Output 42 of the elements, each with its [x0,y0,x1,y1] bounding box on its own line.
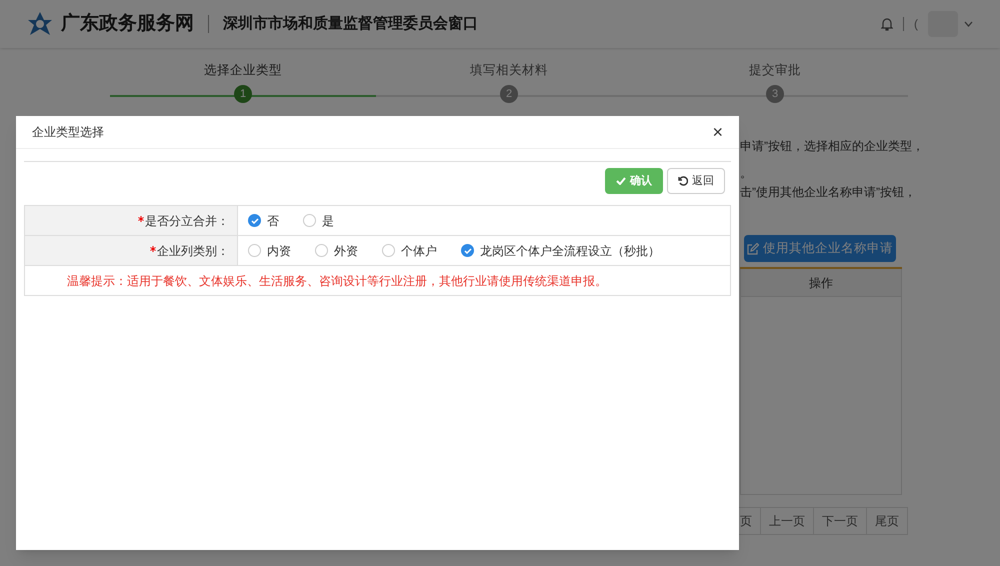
radio-button[interactable] [303,214,316,227]
pagination-button[interactable]: 下一页 [813,507,867,535]
radio-button[interactable] [248,214,261,227]
check-icon [464,248,472,254]
radio-option[interactable]: 是 [303,212,334,230]
site-title: 广东政务服务网 [61,12,194,36]
undo-icon [678,176,688,186]
check-icon [616,177,626,185]
confirm-button[interactable]: 确认 [605,168,663,194]
instruction-text: 。 [740,167,753,179]
instruction-text: 击”使用其他企业名称申请”按钮， [740,184,917,201]
radio-button[interactable] [315,244,328,257]
step-number[interactable]: 1 [234,84,252,103]
check-icon [250,218,258,224]
radio-option[interactable]: 龙岗区个体户全流程设立（秒批） [461,242,660,260]
bell-icon[interactable] [881,17,893,31]
table-header: 操作 [740,269,902,297]
pagination-button[interactable]: 尾页 [866,507,908,535]
edit-icon [747,242,759,254]
radio-button[interactable] [382,244,395,257]
pagination-button[interactable]: 上一页 [760,507,814,535]
chevron-down-icon[interactable] [964,21,973,27]
radio-option[interactable]: 否 [248,212,279,230]
step-label[interactable]: 填写相关材料 [470,61,548,80]
apply-button[interactable]: 使用其他企业名称申请 [744,235,896,262]
instruction-text: 申请”按钮，选择相应的企业类型， [740,138,925,155]
radio-option[interactable]: 内资 [248,242,291,260]
user-name[interactable]: ( [914,15,918,33]
radio-button[interactable] [461,244,474,257]
window-title: 深圳市市场和质量监督管理委员会窗口 [223,14,478,34]
field-label: 是否分立合并： [145,212,229,230]
radio-button[interactable] [248,244,261,257]
dialog-title: 企业类型选择 [32,124,104,141]
step-label[interactable]: 选择企业类型 [204,61,282,80]
step-label[interactable]: 提交审批 [749,61,801,80]
logo-icon [27,11,53,37]
back-button[interactable]: 返回 [667,168,725,194]
radio-option[interactable]: 外资 [315,242,358,260]
field-label: 企业列类别： [157,242,229,260]
close-button[interactable]: × [712,123,723,141]
notice-text: 温馨提示：适用于餐饮、文体娱乐、生活服务、咨询设计等行业注册，其他行业请使用传统渠道申报。 [66,272,608,290]
radio-option[interactable]: 个体户 [382,242,437,260]
